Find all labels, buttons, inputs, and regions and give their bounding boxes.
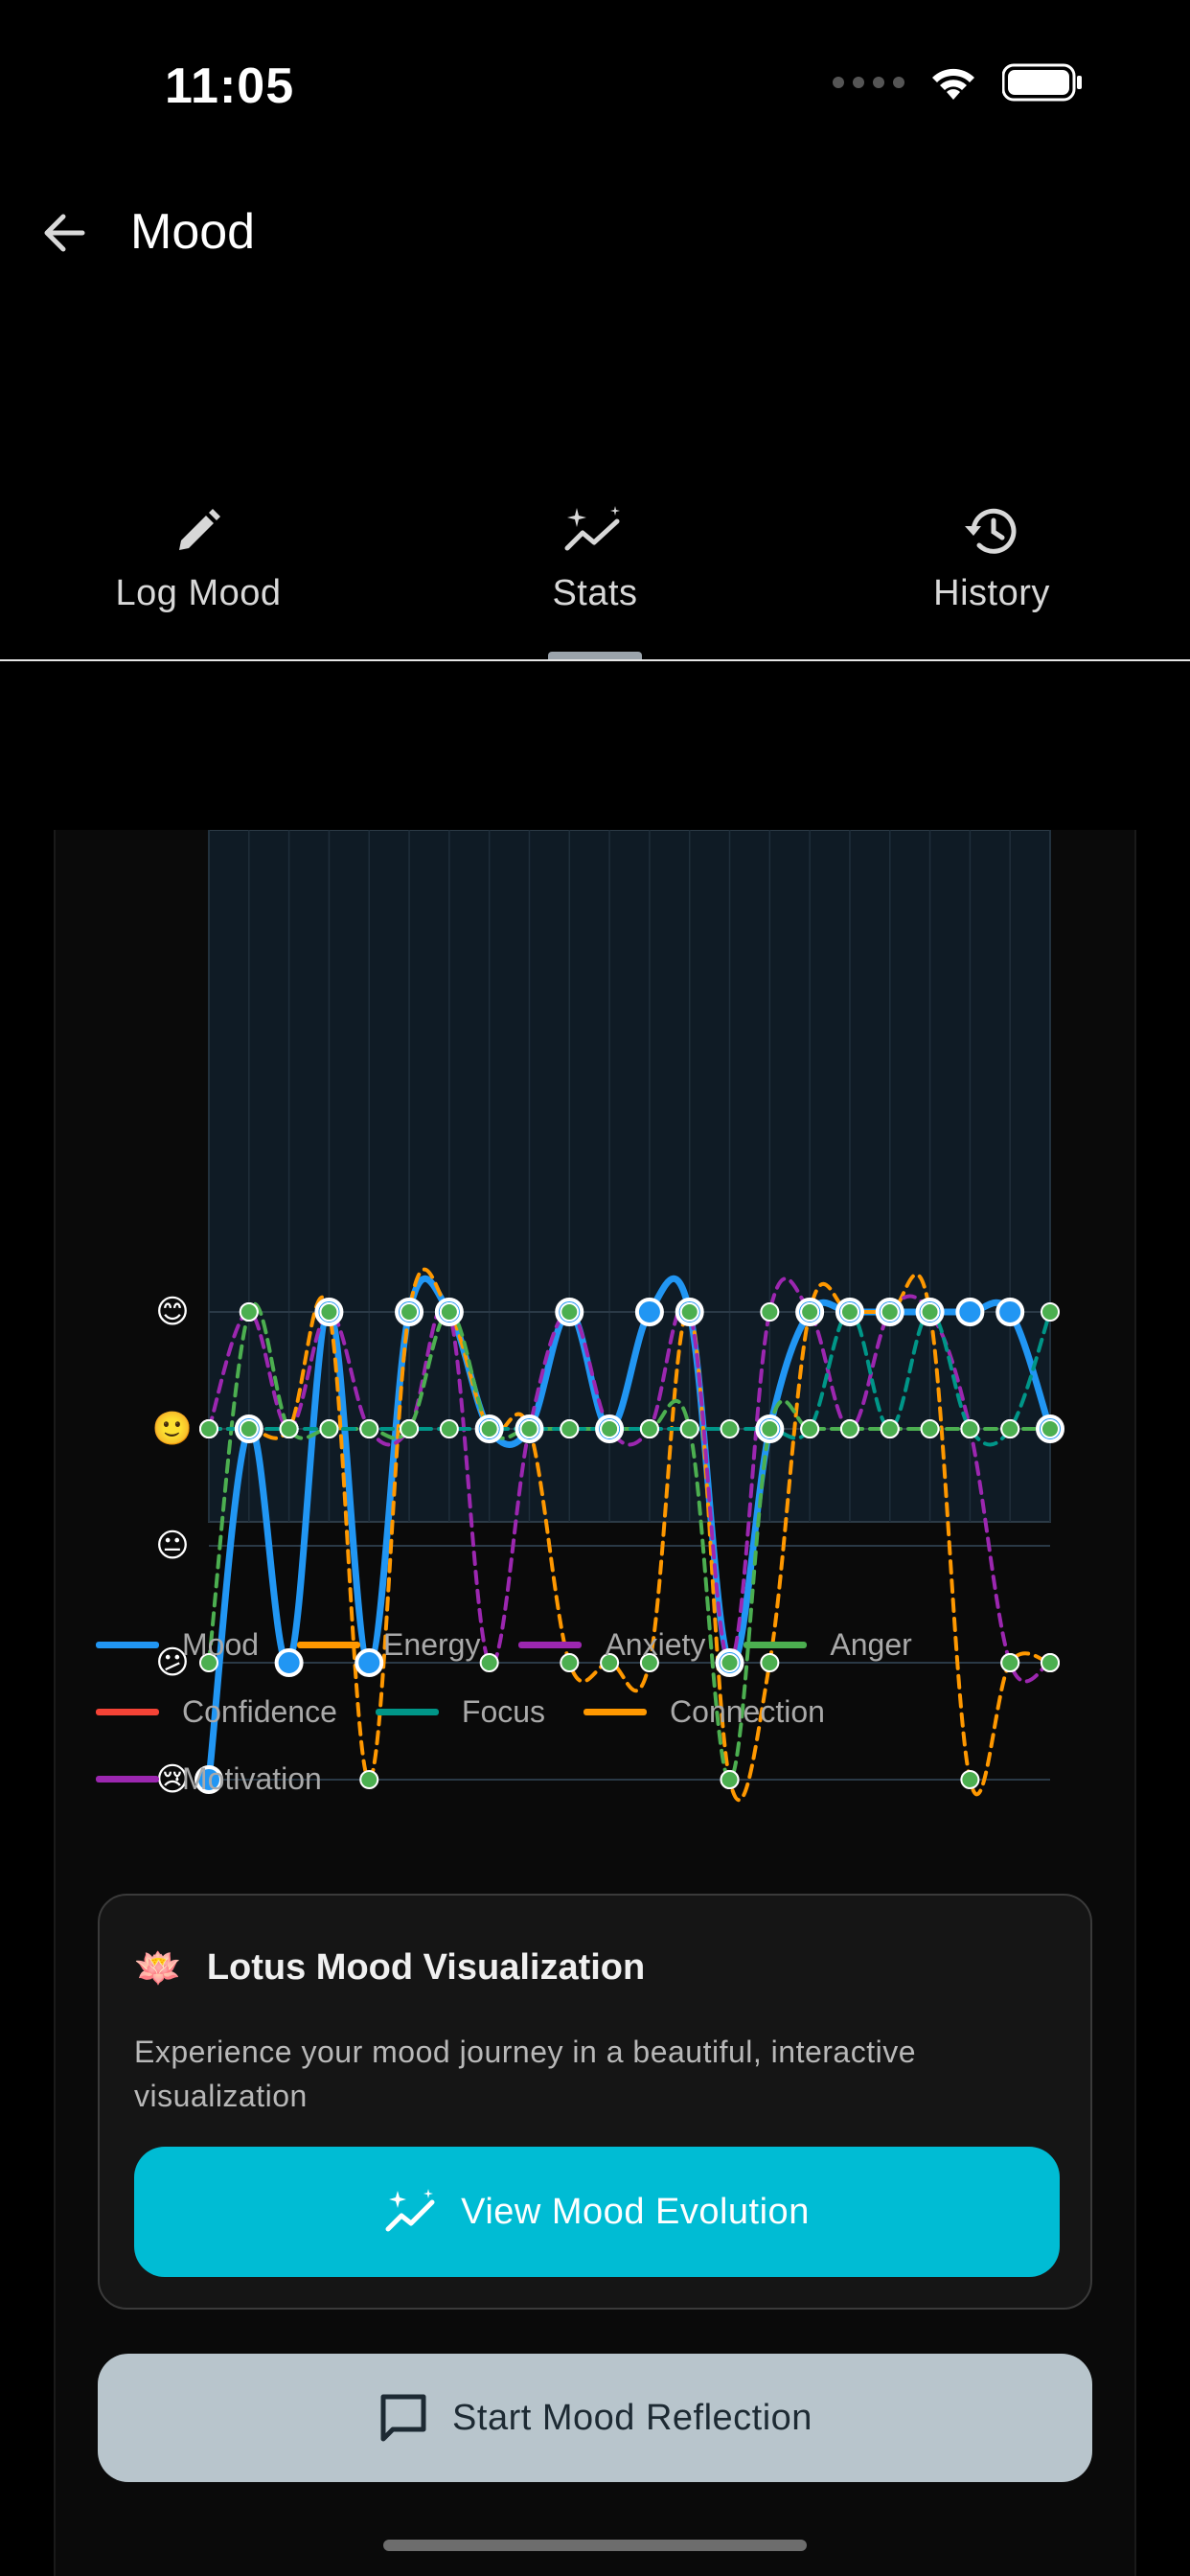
legend-swatch <box>518 1641 583 1648</box>
mood-point <box>995 1298 1025 1326</box>
legend-label: Focus <box>461 1693 546 1729</box>
legend-swatch <box>96 1708 159 1715</box>
mood-point <box>955 1298 985 1326</box>
legend-item: Connection <box>584 1692 825 1731</box>
series-point-anxiety <box>319 1302 339 1322</box>
history-icon <box>965 508 1017 554</box>
legend-label: Motivation <box>182 1760 322 1796</box>
tab-bar: Log Mood Stats History <box>0 498 1190 661</box>
y-axis-emoji: 😊 <box>155 1294 190 1330</box>
series-point-focus <box>359 1419 379 1438</box>
series-point-anger <box>439 1302 459 1322</box>
series-point-focus <box>199 1419 218 1438</box>
series-point-focus <box>639 1419 659 1438</box>
home-indicator <box>383 2540 807 2551</box>
legend-item: Anger <box>744 1625 912 1664</box>
legend-label: Energy <box>383 1626 481 1662</box>
series-point-focus <box>920 1302 940 1322</box>
series-point-anger <box>1041 1419 1060 1438</box>
legend-swatch <box>584 1708 648 1715</box>
card-description: Experience your mood journey in a beauti… <box>134 2035 916 2113</box>
series-point-focus <box>720 1419 740 1438</box>
tab-history[interactable]: History <box>793 498 1190 659</box>
legend-label: Confidence <box>182 1693 337 1729</box>
y-axis-emoji: 🙂 <box>151 1411 194 1447</box>
lotus-visualization-card: 🪷 Lotus Mood Visualization Experience yo… <box>98 1894 1092 2310</box>
series-point-focus <box>800 1419 820 1438</box>
series-point-focus <box>880 1419 900 1438</box>
series-point-focus <box>519 1419 539 1438</box>
button-label: Start Mood Reflection <box>452 2397 812 2438</box>
legend-swatch <box>744 1641 808 1648</box>
series-point-focus <box>319 1419 339 1438</box>
legend-item: Motivation <box>96 1760 322 1798</box>
series-point-anger <box>839 1419 859 1438</box>
legend-swatch <box>297 1641 361 1648</box>
legend-label: Anger <box>830 1626 912 1662</box>
lotus-icon: 🪷 <box>134 1947 182 1990</box>
status-icons <box>833 63 1083 102</box>
plot-area <box>208 830 1051 1523</box>
series-point-anxiety <box>679 1302 699 1322</box>
battery-icon <box>1002 63 1082 102</box>
auto-graph-icon <box>385 2189 435 2232</box>
legend-label: Connection <box>670 1693 825 1729</box>
series-point-energy <box>400 1302 420 1322</box>
series-point-anxiety <box>760 1302 780 1322</box>
legend-label: Anxiety <box>605 1626 706 1662</box>
pencil-icon <box>179 509 220 550</box>
tab-stats[interactable]: Stats <box>397 498 793 659</box>
wifi-icon <box>932 68 974 100</box>
view-mood-evolution-button[interactable]: View Mood Evolution <box>134 2147 1060 2277</box>
tab-log-mood[interactable]: Log Mood <box>0 498 397 659</box>
start-mood-reflection-button[interactable]: Start Mood Reflection <box>98 2354 1092 2482</box>
legend-item: Confidence <box>96 1692 337 1731</box>
tab-label: Stats <box>552 573 638 613</box>
series-point-focus <box>600 1419 620 1438</box>
series-point-focus <box>679 1419 699 1438</box>
series-point-focus <box>239 1419 259 1438</box>
y-axis-emoji: 😐 <box>155 1528 190 1564</box>
tab-label: History <box>933 573 1050 613</box>
series-point-focus <box>760 1419 780 1438</box>
series-point-anxiety <box>560 1302 580 1322</box>
legend-swatch <box>96 1775 159 1782</box>
series-point-anxiety <box>880 1302 900 1322</box>
legend-item: Energy <box>297 1625 480 1664</box>
legend-label: Mood <box>182 1626 260 1662</box>
chat-bubble-icon <box>380 2394 426 2442</box>
arrow-left-icon <box>44 214 85 252</box>
trending-sparkle-icon <box>564 506 620 551</box>
button-label: View Mood Evolution <box>461 2191 810 2232</box>
legend-item: Mood <box>96 1625 259 1664</box>
tab-label: Log Mood <box>115 573 282 613</box>
signal-dots-icon <box>833 77 904 88</box>
chart-legend: Mood Energy Anxiety Anger Confidence Focus Con… <box>96 1625 1073 1798</box>
series-point-focus <box>279 1419 299 1438</box>
active-tab-indicator <box>548 652 642 659</box>
app-header: Mood <box>0 192 1190 268</box>
series-point-focus <box>1000 1419 1020 1438</box>
series-point-anger <box>239 1302 259 1322</box>
back-button[interactable] <box>36 205 92 261</box>
series-point-focus <box>400 1419 420 1438</box>
status-time: 11:05 <box>165 58 295 114</box>
series-point-focus <box>960 1419 980 1438</box>
legend-swatch <box>375 1708 439 1715</box>
page-title: Mood <box>130 204 256 260</box>
card-title: Lotus Mood Visualization <box>206 1947 646 1988</box>
mood-point <box>634 1298 664 1326</box>
series-point-focus <box>439 1419 459 1438</box>
series-point-focus <box>839 1302 859 1322</box>
legend-item: Focus <box>375 1692 546 1731</box>
series-point-focus <box>1041 1302 1060 1322</box>
series-point-focus <box>560 1419 580 1438</box>
series-point-anxiety <box>800 1302 820 1322</box>
legend-swatch <box>96 1641 159 1648</box>
series-point-anger <box>920 1419 940 1438</box>
legend-item: Anxiety <box>518 1625 705 1664</box>
series-point-focus <box>479 1419 499 1438</box>
